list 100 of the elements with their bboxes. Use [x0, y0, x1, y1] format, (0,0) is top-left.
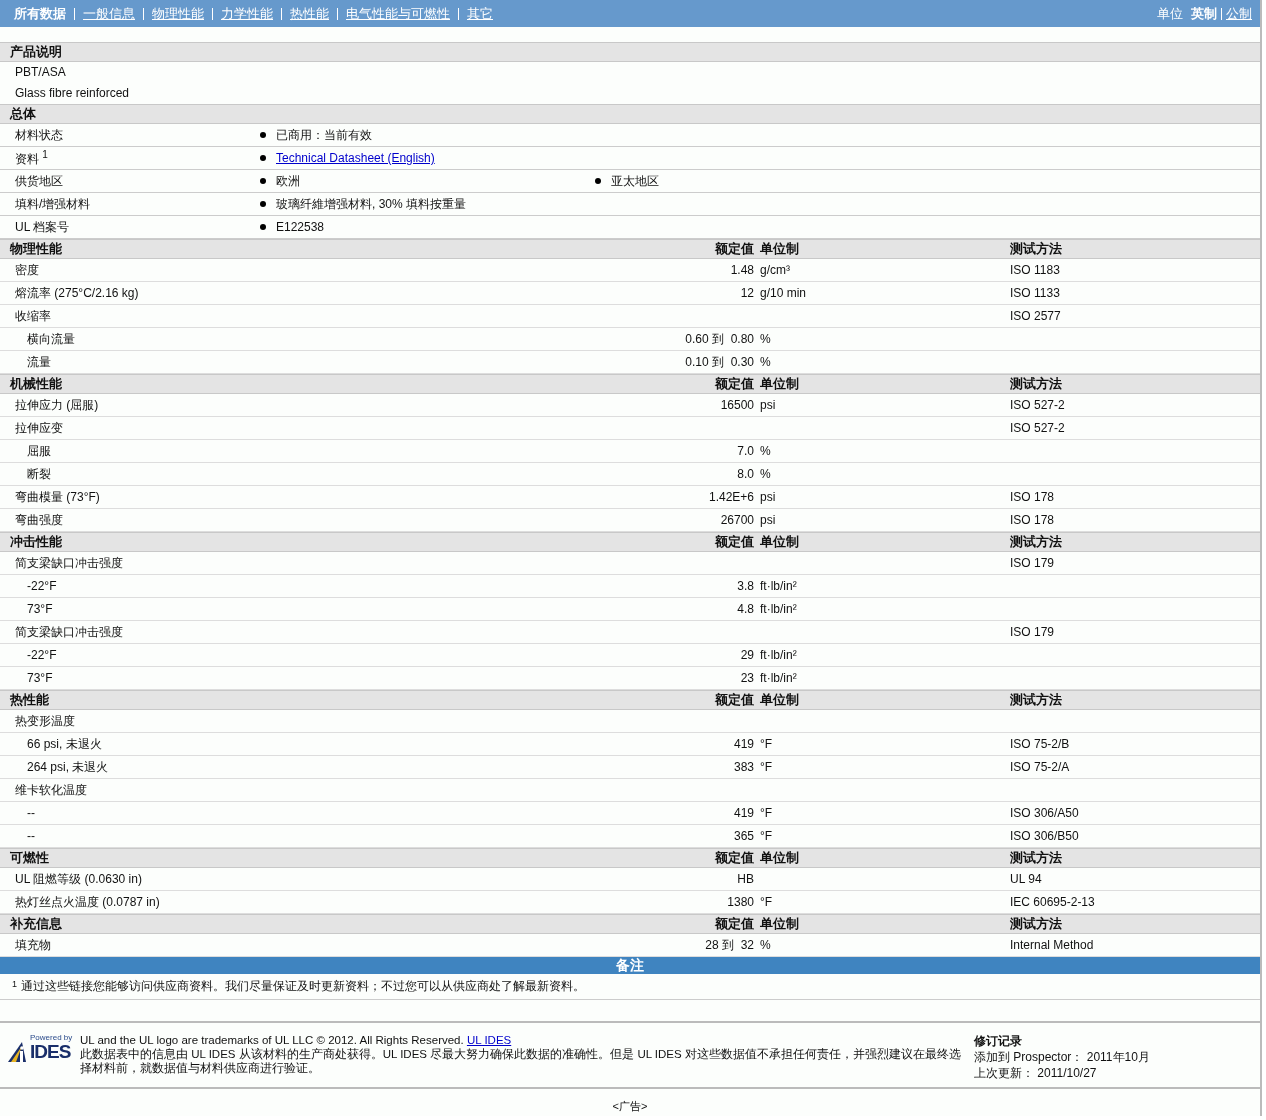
section-title: 冲击性能: [9, 533, 63, 551]
nav-tab[interactable]: 所有数据: [14, 4, 66, 23]
value-text: 28 到 32: [705, 937, 754, 952]
value-text: 26700: [720, 513, 754, 527]
unit-text: g/10 min: [760, 286, 807, 300]
unit-option[interactable]: 公制: [1226, 4, 1252, 23]
bullet-icon: [260, 155, 266, 161]
column-heading: 测试方法: [1010, 376, 1062, 391]
unit-text: °F: [760, 760, 773, 774]
unit-text: %: [760, 332, 771, 346]
value-text: 419: [733, 737, 754, 751]
column-heading: 额定值: [715, 376, 754, 391]
section-title: 机械性能: [8, 375, 63, 393]
test-method: ISO 178: [1010, 490, 1055, 504]
ad-label: <广告>: [612, 1100, 648, 1112]
bullet-icon: [260, 178, 266, 184]
unit-text: °F: [760, 895, 773, 909]
property-label: UL 阻燃等级 (0.0630 in): [15, 871, 142, 886]
property-label: 资料 $^{1}$: [14, 148, 49, 168]
property-label: -22°F: [27, 579, 57, 593]
property-label: 屈服: [27, 443, 51, 458]
value-text: 1.48: [730, 263, 754, 277]
property-label: 填充物: [15, 937, 51, 952]
test-method: ISO 179: [1010, 625, 1055, 639]
column-heading: 额定值: [715, 692, 754, 707]
property-label: 熔流率 (275°C/2.16 kg): [15, 285, 139, 300]
test-method: ISO 1183: [1010, 263, 1060, 277]
test-method: Internal Method: [1010, 938, 1094, 952]
test-method: ISO 179: [1010, 556, 1055, 570]
unit-text: %: [760, 355, 771, 369]
property-label: 热变形温度: [15, 713, 75, 728]
column-heading: 单位制: [760, 916, 799, 931]
nav-tab[interactable]: 电气性能与可燃性: [346, 4, 450, 23]
unit-text: °F: [760, 806, 773, 820]
unit-option[interactable]: 英制: [1191, 4, 1217, 23]
property-label: UL 档案号: [14, 218, 71, 236]
column-heading: 额定值: [715, 850, 754, 865]
nav-tab[interactable]: 一般信息: [83, 4, 135, 23]
footnote-mark: 1: [12, 979, 17, 989]
test-method: ISO 1133: [1010, 286, 1060, 300]
column-heading: 额定值: [715, 534, 754, 549]
test-method: ISO 2577: [1010, 309, 1061, 323]
test-method: UL 94: [1010, 872, 1042, 886]
property-label: 供货地区: [14, 172, 64, 190]
column-heading: 单位制: [760, 376, 799, 391]
ul-ides-link[interactable]: UL IDES: [466, 1034, 512, 1046]
nav-tab[interactable]: 其它: [467, 4, 493, 23]
property-label: 73°F: [27, 602, 53, 616]
column-heading: 单位制: [760, 850, 799, 865]
datasheet-link[interactable]: Technical Datasheet (English): [276, 151, 435, 165]
disclaimer-text: 此数据表中的信息由 UL IDES 从该材料的生产商处获得。UL IDES 尽最大努力确保此数据的准确性。但是 UL IDES 对这些数据值不承担任何责任，并强烈建议在最终选择材料前，就数据值与材料供应商进行验证。: [80, 1047, 962, 1075]
property-value: E122538: [276, 220, 325, 234]
value-text: 7.0: [737, 444, 754, 458]
column-heading: 测试方法: [1010, 241, 1062, 256]
section-title: 产品说明: [9, 43, 63, 61]
value-text: 8.0: [737, 467, 754, 481]
notes-header: 备注: [0, 957, 1260, 974]
property-value: 欧洲: [276, 172, 300, 190]
unit-text: ft·lb/in²: [760, 579, 797, 593]
description-text: PBT/ASA: [15, 64, 67, 81]
test-method: ISO 178: [1010, 513, 1055, 527]
unit-text: g/cm³: [760, 263, 790, 277]
test-method: ISO 75-2/A: [1010, 760, 1070, 774]
nav-tab[interactable]: 热性能: [290, 4, 329, 23]
test-method: ISO 75-2/B: [1010, 737, 1070, 751]
unit-text: °F: [760, 737, 773, 751]
property-label: 简支梁缺口冲击强度: [15, 624, 123, 639]
logo-brand: IDES: [30, 1042, 71, 1062]
property-label: 弯曲模量 (73°F): [15, 489, 100, 504]
value-text: 3.8: [737, 579, 754, 593]
unit-text: °F: [760, 829, 773, 843]
property-label: 流量: [27, 354, 51, 369]
bullet-icon: [260, 132, 266, 138]
column-heading: 额定值: [715, 916, 754, 931]
property-label: --: [27, 806, 35, 820]
trademark-text: UL and the UL logo are trademarks of UL LLC © 2012. All Rights Reserved.: [80, 1034, 464, 1046]
property-label: 73°F: [27, 671, 53, 685]
unit-text: psi: [760, 490, 776, 504]
section-title: 总体: [8, 105, 37, 123]
value-text: 1380: [727, 895, 754, 909]
value-text: 419: [733, 806, 754, 820]
test-method: ISO 306/B50: [1010, 829, 1079, 843]
nav-tab[interactable]: 物理性能: [152, 4, 204, 23]
value-text: 16500: [720, 398, 754, 412]
bullet-icon: [260, 201, 266, 207]
property-label: 热灯丝点火温度 (0.0787 in): [15, 894, 160, 909]
property-label: 收缩率: [15, 308, 51, 323]
units-label: 单位: [1157, 4, 1183, 23]
column-heading: 测试方法: [1010, 534, 1062, 549]
test-method: ISO 527-2: [1010, 421, 1065, 435]
nav-tab[interactable]: 力学性能: [221, 4, 273, 23]
property-label: -22°F: [27, 648, 57, 662]
column-heading: 额定值: [715, 241, 754, 256]
revision-label: 添加到 Prospector：: [974, 1050, 1084, 1064]
property-label: --: [27, 829, 35, 843]
column-heading: 测试方法: [1010, 850, 1062, 865]
unit-text: psi: [760, 398, 776, 412]
unit-text: ft·lb/in²: [760, 648, 797, 662]
column-heading: 单位制: [760, 692, 799, 707]
unit-text: ft·lb/in²: [760, 602, 797, 616]
